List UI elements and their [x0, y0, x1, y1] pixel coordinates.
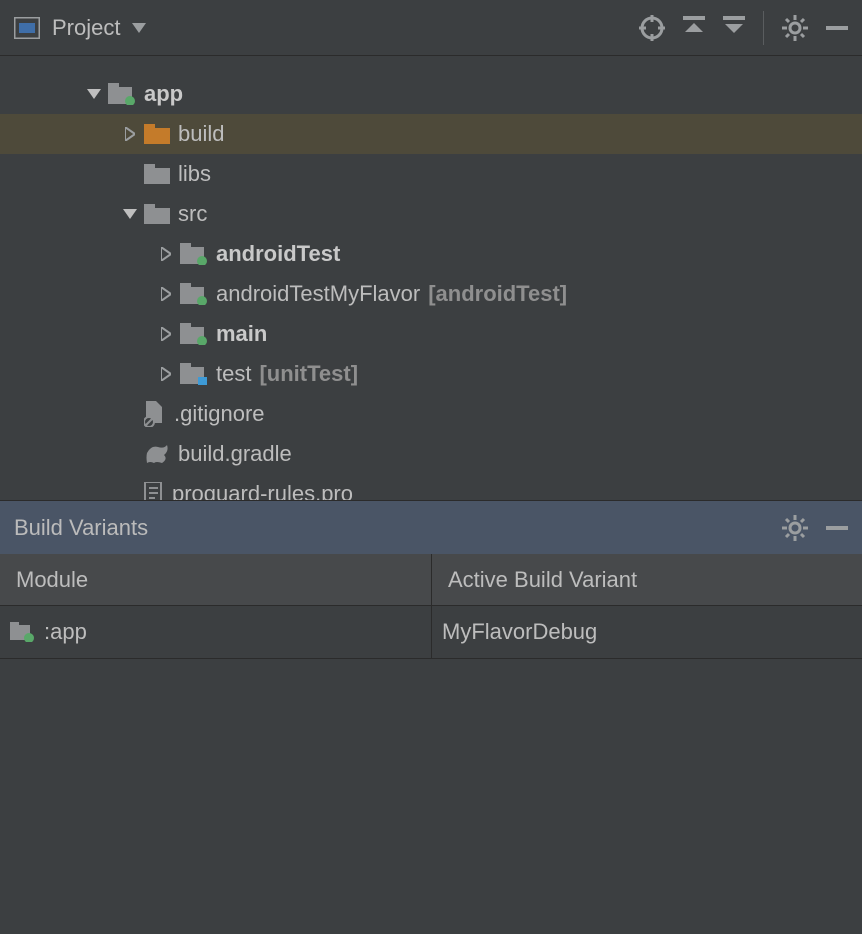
tree-row-partial[interactable] — [0, 56, 862, 74]
target-icon[interactable] — [639, 15, 665, 41]
tree-item-label: src — [178, 201, 207, 227]
chevron-right-icon[interactable] — [158, 286, 174, 302]
file-gradle-icon — [144, 443, 170, 465]
tree-row[interactable]: build.gradle — [0, 434, 862, 474]
project-panel-title[interactable]: Project — [52, 15, 120, 41]
tree-item-label: proguard-rules.pro — [172, 481, 353, 500]
minimize-icon[interactable] — [826, 17, 848, 39]
tree-item-label: app — [144, 81, 183, 107]
chevron-right-icon[interactable] — [158, 326, 174, 342]
module-icon — [10, 622, 34, 642]
tree-item-label: test — [216, 361, 251, 387]
tree-item-label: build.gradle — [178, 441, 292, 467]
tree-row[interactable]: androidTest — [0, 234, 862, 274]
folder-gray-icon — [144, 164, 170, 184]
project-view-icon[interactable] — [14, 17, 40, 39]
gear-icon[interactable] — [782, 15, 808, 41]
tree-item-label: build — [178, 121, 224, 147]
chevron-down-icon[interactable] — [122, 206, 138, 222]
tree-item-qualifier: [androidTest] — [428, 281, 567, 307]
tree-row[interactable]: .gitignore — [0, 394, 862, 434]
module-name: :app — [44, 619, 87, 645]
module-test-icon — [180, 363, 208, 385]
build-variants-table: Module :app Active Build Variant MyFlavo… — [0, 554, 862, 659]
chevron-down-icon[interactable] — [86, 86, 102, 102]
tree-item-label: main — [216, 321, 267, 347]
tree-item-label: libs — [178, 161, 211, 187]
module-icon — [180, 323, 208, 345]
tree-item-label: .gitignore — [174, 401, 265, 427]
folder-gray-icon — [144, 204, 170, 224]
tree-row[interactable]: androidTestMyFlavor [androidTest] — [0, 274, 862, 314]
file-text-icon — [144, 482, 164, 500]
minimize-icon[interactable] — [826, 515, 848, 541]
column-header-variant[interactable]: Active Build Variant — [432, 554, 862, 606]
tree-item-qualifier: [unitTest] — [259, 361, 358, 387]
tree-item-label: androidTestMyFlavor — [216, 281, 420, 307]
module-icon — [180, 283, 208, 305]
module-icon — [108, 83, 136, 105]
variant-value: MyFlavorDebug — [442, 619, 597, 645]
project-toolbar: Project — [0, 0, 862, 56]
gear-icon[interactable] — [782, 515, 808, 541]
tree-row[interactable]: proguard-rules.pro — [0, 474, 862, 500]
module-icon — [180, 243, 208, 265]
chevron-right-icon[interactable] — [122, 126, 138, 142]
folder-orange-icon — [144, 124, 170, 144]
chevron-right-icon[interactable] — [158, 366, 174, 382]
build-variants-title: Build Variants — [14, 515, 148, 541]
expand-all-icon[interactable] — [683, 16, 705, 40]
toolbar-separator — [763, 11, 764, 45]
collapse-all-icon[interactable] — [723, 16, 745, 40]
build-variants-header: Build Variants — [0, 500, 862, 554]
variant-cell[interactable]: MyFlavorDebug — [432, 606, 862, 658]
tree-row[interactable]: test [unitTest] — [0, 354, 862, 394]
column-header-module[interactable]: Module — [0, 554, 431, 606]
project-dropdown-icon[interactable] — [132, 23, 146, 33]
tree-row[interactable]: build — [0, 114, 862, 154]
module-cell[interactable]: :app — [0, 606, 431, 658]
file-gitignore-icon — [144, 401, 166, 427]
build-variants-empty-area — [0, 659, 862, 934]
tree-item-label: androidTest — [216, 241, 340, 267]
tree-row[interactable]: main — [0, 314, 862, 354]
tree-row[interactable]: src — [0, 194, 862, 234]
tree-row[interactable]: libs — [0, 154, 862, 194]
chevron-right-icon[interactable] — [158, 246, 174, 262]
tree-row[interactable]: app — [0, 74, 862, 114]
project-tree[interactable]: app build libs src androidTest androidTestMyF… — [0, 56, 862, 500]
